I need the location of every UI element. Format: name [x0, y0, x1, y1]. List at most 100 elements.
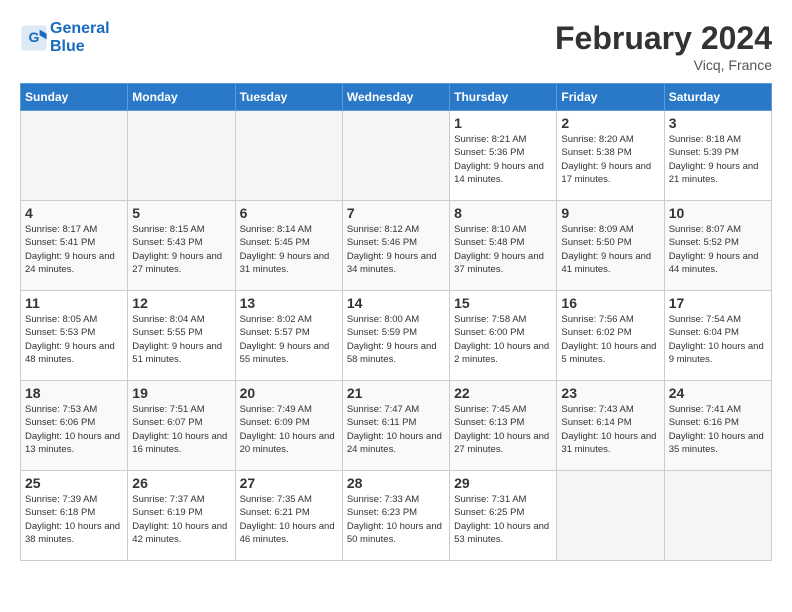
- day-number: 17: [669, 295, 767, 311]
- calendar-cell: [235, 111, 342, 201]
- day-number: 4: [25, 205, 123, 221]
- day-info: Sunrise: 8:14 AMSunset: 5:45 PMDaylight:…: [240, 223, 338, 276]
- day-number: 1: [454, 115, 552, 131]
- day-info: Sunrise: 7:51 AMSunset: 6:07 PMDaylight:…: [132, 403, 230, 456]
- day-info: Sunrise: 7:58 AMSunset: 6:00 PMDaylight:…: [454, 313, 552, 366]
- day-info: Sunrise: 7:41 AMSunset: 6:16 PMDaylight:…: [669, 403, 767, 456]
- calendar-week-5: 25 Sunrise: 7:39 AMSunset: 6:18 PMDayligh…: [21, 471, 772, 561]
- day-number: 28: [347, 475, 445, 491]
- calendar-cell: 21Sunrise: 7:47 AMSunset: 6:11 PMDayligh…: [342, 381, 449, 471]
- day-info: Sunrise: 7:31 AMSunset: 6:25 PMDaylight:…: [454, 493, 552, 546]
- day-info: Sunrise: 7:33 AMSunset: 6:23 PMDaylight:…: [347, 493, 445, 546]
- calendar-cell: [21, 111, 128, 201]
- logo-line1: General: [50, 20, 110, 38]
- page-header: G General Blue February 2024 Vicq, Franc…: [20, 20, 772, 73]
- col-monday: Monday: [128, 84, 235, 111]
- title-area: February 2024 Vicq, France: [555, 20, 772, 73]
- calendar-table: Sunday Monday Tuesday Wednesday Thursday…: [20, 83, 772, 561]
- calendar-cell: 16 Sunrise: 7:56 AMSunset: 6:02 PMDayligh…: [557, 291, 664, 381]
- calendar-cell: 6 Sunrise: 8:14 AMSunset: 5:45 PMDaylight…: [235, 201, 342, 291]
- day-number: 25: [25, 475, 123, 491]
- day-info: Sunrise: 7:47 AMSunset: 6:11 PMDaylight:…: [347, 403, 445, 456]
- calendar-cell: 24Sunrise: 7:41 AMSunset: 6:16 PMDayligh…: [664, 381, 771, 471]
- calendar-cell: 10 Sunrise: 8:07 AMSunset: 5:52 PMDayligh…: [664, 201, 771, 291]
- day-info: Sunrise: 8:02 AMSunset: 5:57 PMDaylight:…: [240, 313, 338, 366]
- calendar-cell: 22 Sunrise: 7:45 AMSunset: 6:13 PMDayligh…: [450, 381, 557, 471]
- day-number: 27: [240, 475, 338, 491]
- day-number: 26: [132, 475, 230, 491]
- day-info: Sunrise: 8:07 AMSunset: 5:52 PMDaylight:…: [669, 223, 767, 276]
- day-info: Sunrise: 8:20 AMSunset: 5:38 PMDaylight:…: [561, 133, 659, 186]
- logo-icon: G: [20, 24, 48, 52]
- col-tuesday: Tuesday: [235, 84, 342, 111]
- day-info: Sunrise: 8:18 AMSunset: 5:39 PMDaylight:…: [669, 133, 767, 186]
- calendar-week-4: 18 Sunrise: 7:53 AMSunset: 6:06 PMDayligh…: [21, 381, 772, 471]
- calendar-cell: 11 Sunrise: 8:05 AMSunset: 5:53 PMDayligh…: [21, 291, 128, 381]
- calendar-cell: [128, 111, 235, 201]
- calendar-cell: [557, 471, 664, 561]
- day-info: Sunrise: 7:45 AMSunset: 6:13 PMDaylight:…: [454, 403, 552, 456]
- calendar-cell: 20Sunrise: 7:49 AMSunset: 6:09 PMDayligh…: [235, 381, 342, 471]
- day-info: Sunrise: 8:12 AMSunset: 5:46 PMDaylight:…: [347, 223, 445, 276]
- day-info: Sunrise: 8:17 AMSunset: 5:41 PMDaylight:…: [25, 223, 123, 276]
- calendar-cell: 23 Sunrise: 7:43 AMSunset: 6:14 PMDayligh…: [557, 381, 664, 471]
- day-number: 3: [669, 115, 767, 131]
- day-info: Sunrise: 8:09 AMSunset: 5:50 PMDaylight:…: [561, 223, 659, 276]
- day-number: 12: [132, 295, 230, 311]
- month-year: February 2024: [555, 20, 772, 57]
- calendar-cell: 29 Sunrise: 7:31 AMSunset: 6:25 PMDayligh…: [450, 471, 557, 561]
- calendar-cell: 5Sunrise: 8:15 AMSunset: 5:43 PMDaylight…: [128, 201, 235, 291]
- calendar-cell: 19Sunrise: 7:51 AMSunset: 6:07 PMDayligh…: [128, 381, 235, 471]
- logo-line2: Blue: [50, 38, 110, 56]
- day-number: 8: [454, 205, 552, 221]
- calendar-cell: 12 Sunrise: 8:04 AMSunset: 5:55 PMDayligh…: [128, 291, 235, 381]
- calendar-cell: 9Sunrise: 8:09 AMSunset: 5:50 PMDaylight…: [557, 201, 664, 291]
- day-number: 7: [347, 205, 445, 221]
- calendar-cell: 27 Sunrise: 7:35 AMSunset: 6:21 PMDayligh…: [235, 471, 342, 561]
- calendar-cell: 14 Sunrise: 8:00 AMSunset: 5:59 PMDayligh…: [342, 291, 449, 381]
- calendar-cell: [664, 471, 771, 561]
- day-info: Sunrise: 8:00 AMSunset: 5:59 PMDaylight:…: [347, 313, 445, 366]
- day-number: 13: [240, 295, 338, 311]
- day-info: Sunrise: 7:43 AMSunset: 6:14 PMDaylight:…: [561, 403, 659, 456]
- calendar-cell: 3 Sunrise: 8:18 AMSunset: 5:39 PMDaylight…: [664, 111, 771, 201]
- col-sunday: Sunday: [21, 84, 128, 111]
- calendar-cell: 8 Sunrise: 8:10 AMSunset: 5:48 PMDaylight…: [450, 201, 557, 291]
- day-info: Sunrise: 8:10 AMSunset: 5:48 PMDaylight:…: [454, 223, 552, 276]
- day-number: 5: [132, 205, 230, 221]
- day-number: 10: [669, 205, 767, 221]
- calendar-cell: 17Sunrise: 7:54 AMSunset: 6:04 PMDayligh…: [664, 291, 771, 381]
- day-info: Sunrise: 8:05 AMSunset: 5:53 PMDaylight:…: [25, 313, 123, 366]
- col-wednesday: Wednesday: [342, 84, 449, 111]
- calendar-cell: 1Sunrise: 8:21 AMSunset: 5:36 PMDaylight…: [450, 111, 557, 201]
- day-info: Sunrise: 7:56 AMSunset: 6:02 PMDaylight:…: [561, 313, 659, 366]
- col-saturday: Saturday: [664, 84, 771, 111]
- day-number: 16: [561, 295, 659, 311]
- calendar-cell: [342, 111, 449, 201]
- calendar-cell: 18 Sunrise: 7:53 AMSunset: 6:06 PMDayligh…: [21, 381, 128, 471]
- day-number: 15: [454, 295, 552, 311]
- col-friday: Friday: [557, 84, 664, 111]
- calendar-cell: 26 Sunrise: 7:37 AMSunset: 6:19 PMDayligh…: [128, 471, 235, 561]
- day-number: 14: [347, 295, 445, 311]
- day-number: 22: [454, 385, 552, 401]
- day-number: 29: [454, 475, 552, 491]
- calendar-week-2: 4 Sunrise: 8:17 AMSunset: 5:41 PMDaylight…: [21, 201, 772, 291]
- day-info: Sunrise: 7:53 AMSunset: 6:06 PMDaylight:…: [25, 403, 123, 456]
- day-number: 23: [561, 385, 659, 401]
- calendar-cell: 13 Sunrise: 8:02 AMSunset: 5:57 PMDayligh…: [235, 291, 342, 381]
- day-info: Sunrise: 7:37 AMSunset: 6:19 PMDaylight:…: [132, 493, 230, 546]
- day-info: Sunrise: 7:35 AMSunset: 6:21 PMDaylight:…: [240, 493, 338, 546]
- calendar-week-1: 1Sunrise: 8:21 AMSunset: 5:36 PMDaylight…: [21, 111, 772, 201]
- svg-text:G: G: [29, 29, 40, 45]
- calendar-cell: 2Sunrise: 8:20 AMSunset: 5:38 PMDaylight…: [557, 111, 664, 201]
- day-number: 11: [25, 295, 123, 311]
- calendar-cell: 25 Sunrise: 7:39 AMSunset: 6:18 PMDayligh…: [21, 471, 128, 561]
- calendar-cell: 7 Sunrise: 8:12 AMSunset: 5:46 PMDaylight…: [342, 201, 449, 291]
- day-info: Sunrise: 8:04 AMSunset: 5:55 PMDaylight:…: [132, 313, 230, 366]
- day-number: 6: [240, 205, 338, 221]
- logo: G General Blue: [20, 20, 110, 56]
- day-info: Sunrise: 7:39 AMSunset: 6:18 PMDaylight:…: [25, 493, 123, 546]
- calendar-cell: 28 Sunrise: 7:33 AMSunset: 6:23 PMDayligh…: [342, 471, 449, 561]
- day-number: 18: [25, 385, 123, 401]
